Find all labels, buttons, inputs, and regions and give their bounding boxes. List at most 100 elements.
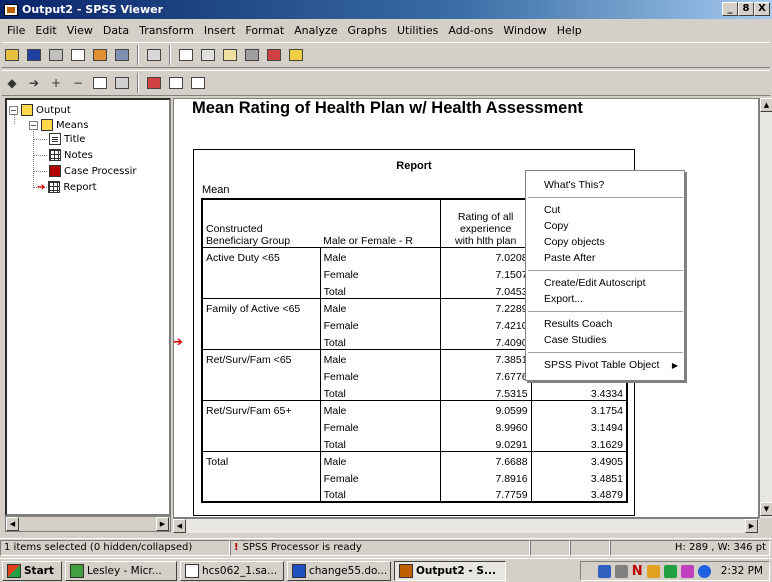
menu-view[interactable]: View <box>62 24 98 37</box>
demote-icon[interactable]: ➔ <box>24 73 44 93</box>
menu-item-paste-after[interactable]: Paste After <box>544 252 595 264</box>
scroll-right-icon[interactable]: ▶ <box>745 519 758 533</box>
open-icon[interactable] <box>2 45 22 65</box>
rating-cell: 7.3851 <box>439 348 532 366</box>
output-content-pane[interactable]: Mean Rating of Health Plan w/ Health Ass… <box>173 98 759 518</box>
menu-graphs[interactable]: Graphs <box>343 24 392 37</box>
menu-help[interactable]: Help <box>552 24 587 37</box>
header-text: with hlth plan <box>455 234 517 247</box>
menu-item-cut[interactable]: Cut <box>544 204 560 216</box>
menu-item-results-coach[interactable]: Results Coach <box>544 318 612 330</box>
rating-cell: 7.8916 <box>439 468 532 485</box>
menu-item-copy[interactable]: Copy <box>544 220 569 232</box>
promote-icon[interactable]: ◆ <box>2 73 22 93</box>
content-horizontal-scrollbar[interactable]: ◀ ▶ <box>173 518 759 533</box>
menu-format[interactable]: Format <box>240 24 289 37</box>
export-icon[interactable] <box>90 45 110 65</box>
scroll-up-icon[interactable]: ▲ <box>760 98 772 112</box>
tree-item-label: Title <box>64 133 86 145</box>
menu-item-copy-objects[interactable]: Copy objects <box>544 236 605 248</box>
insert-text-icon[interactable] <box>188 73 208 93</box>
tree-item-output[interactable]: − Output <box>9 104 71 116</box>
tree-item-case-processing[interactable]: Case Processir <box>49 165 136 177</box>
menu-utilities[interactable]: Utilities <box>392 24 443 37</box>
collapse-icon[interactable]: − <box>9 105 18 115</box>
menu-separator <box>528 197 683 198</box>
tree-item-title[interactable]: Title <box>49 133 85 145</box>
hide-icon[interactable] <box>112 73 132 93</box>
menu-insert[interactable]: Insert <box>199 24 241 37</box>
goto-data-icon[interactable] <box>176 45 196 65</box>
group-cell <box>202 383 321 400</box>
restore-button[interactable]: 8 <box>738 2 754 16</box>
menu-window[interactable]: Window <box>498 24 551 37</box>
menu-item-whats-this[interactable]: What's This? <box>544 179 604 191</box>
taskbar-button-hcs062[interactable]: hcs062_1.sa... <box>180 560 284 581</box>
menu-file[interactable]: File <box>2 24 30 37</box>
save-icon[interactable] <box>24 45 44 65</box>
taskbar-button-lesley[interactable]: Lesley - Micr... <box>65 560 177 581</box>
table-row: Ret/Surv/Fam 65+ Male 9.0599 3.1754 <box>202 399 627 417</box>
tree-item-notes[interactable]: Notes <box>49 149 93 161</box>
start-button[interactable]: Start <box>2 560 62 581</box>
expand-icon[interactable]: + <box>46 73 66 93</box>
norton-icon[interactable]: N <box>632 564 643 579</box>
menu-addons[interactable]: Add-ons <box>443 24 498 37</box>
rating-cell: 9.0599 <box>439 399 532 417</box>
menu-transform[interactable]: Transform <box>134 24 199 37</box>
content-vertical-scrollbar[interactable]: ▲ ▼ <box>759 98 772 518</box>
tray-app-icon-4[interactable] <box>697 564 711 578</box>
title-bar[interactable]: Output2 - SPSS Viewer _ 8 X <box>0 0 772 19</box>
tree-item-report[interactable]: ➔ Report <box>37 181 97 193</box>
use-sets-icon[interactable] <box>242 45 262 65</box>
rating-cell: 7.4210 <box>439 315 532 332</box>
menu-item-case-studies[interactable]: Case Studies <box>544 334 606 346</box>
undo-icon[interactable] <box>144 45 164 65</box>
tree-line <box>33 139 47 140</box>
word-doc-icon <box>292 563 306 578</box>
collapse-icon[interactable]: − <box>68 73 88 93</box>
minimize-button[interactable]: _ <box>722 2 738 16</box>
recall-dialog-icon[interactable] <box>112 45 132 65</box>
tray-app-icon[interactable] <box>646 564 660 578</box>
menu-item-create-edit-autoscript[interactable]: Create/Edit Autoscript <box>544 277 646 289</box>
print-icon[interactable] <box>46 45 66 65</box>
show-icon[interactable] <box>90 73 110 93</box>
scroll-left-icon[interactable]: ◀ <box>6 517 19 531</box>
taskbar-button-output2[interactable]: Output2 - S... <box>394 560 506 581</box>
tray-app-icon-3[interactable] <box>680 564 694 578</box>
goto-case-icon[interactable] <box>198 45 218 65</box>
scroll-right-icon[interactable]: ▶ <box>156 517 169 531</box>
scroll-left-icon[interactable]: ◀ <box>173 519 186 533</box>
clock[interactable]: 2:32 PM <box>721 565 763 577</box>
menu-item-export[interactable]: Export... <box>544 293 583 305</box>
taskbar-button-label: change55.do... <box>309 564 388 577</box>
insert-heading-icon[interactable] <box>144 73 164 93</box>
menu-bar: File Edit View Data Transform Insert For… <box>0 20 772 40</box>
insert-title-icon[interactable] <box>166 73 186 93</box>
spss-app-icon <box>4 3 18 16</box>
close-button[interactable]: X <box>754 2 770 16</box>
menu-item-pivot-table-object[interactable]: SPSS Pivot Table Object <box>544 359 659 371</box>
collapse-icon[interactable]: − <box>29 120 38 130</box>
menu-separator <box>528 352 683 353</box>
menu-data[interactable]: Data <box>98 24 134 37</box>
designate-window-icon[interactable] <box>264 45 284 65</box>
outline-pane[interactable]: − Output − Means Title Notes Case Proces… <box>5 98 171 516</box>
rating-cell: 7.0453 <box>439 281 532 298</box>
volume-icon[interactable] <box>614 564 628 578</box>
outline-horizontal-scrollbar[interactable]: ◀ ▶ <box>5 516 171 532</box>
tree-item-means[interactable]: − Means <box>29 119 88 131</box>
menu-analyze[interactable]: Analyze <box>289 24 342 37</box>
network-icon[interactable] <box>597 564 611 578</box>
variables-icon[interactable] <box>220 45 240 65</box>
scroll-down-icon[interactable]: ▼ <box>760 502 772 516</box>
windows-logo-icon <box>7 563 21 578</box>
tray-app-icon-2[interactable] <box>663 564 677 578</box>
menu-edit[interactable]: Edit <box>30 24 61 37</box>
status-pane-empty <box>530 539 570 556</box>
taskbar-button-change55[interactable]: change55.do... <box>287 560 391 581</box>
title-doc-icon <box>49 133 61 145</box>
run-script-icon[interactable] <box>286 45 306 65</box>
print-preview-icon[interactable] <box>68 45 88 65</box>
